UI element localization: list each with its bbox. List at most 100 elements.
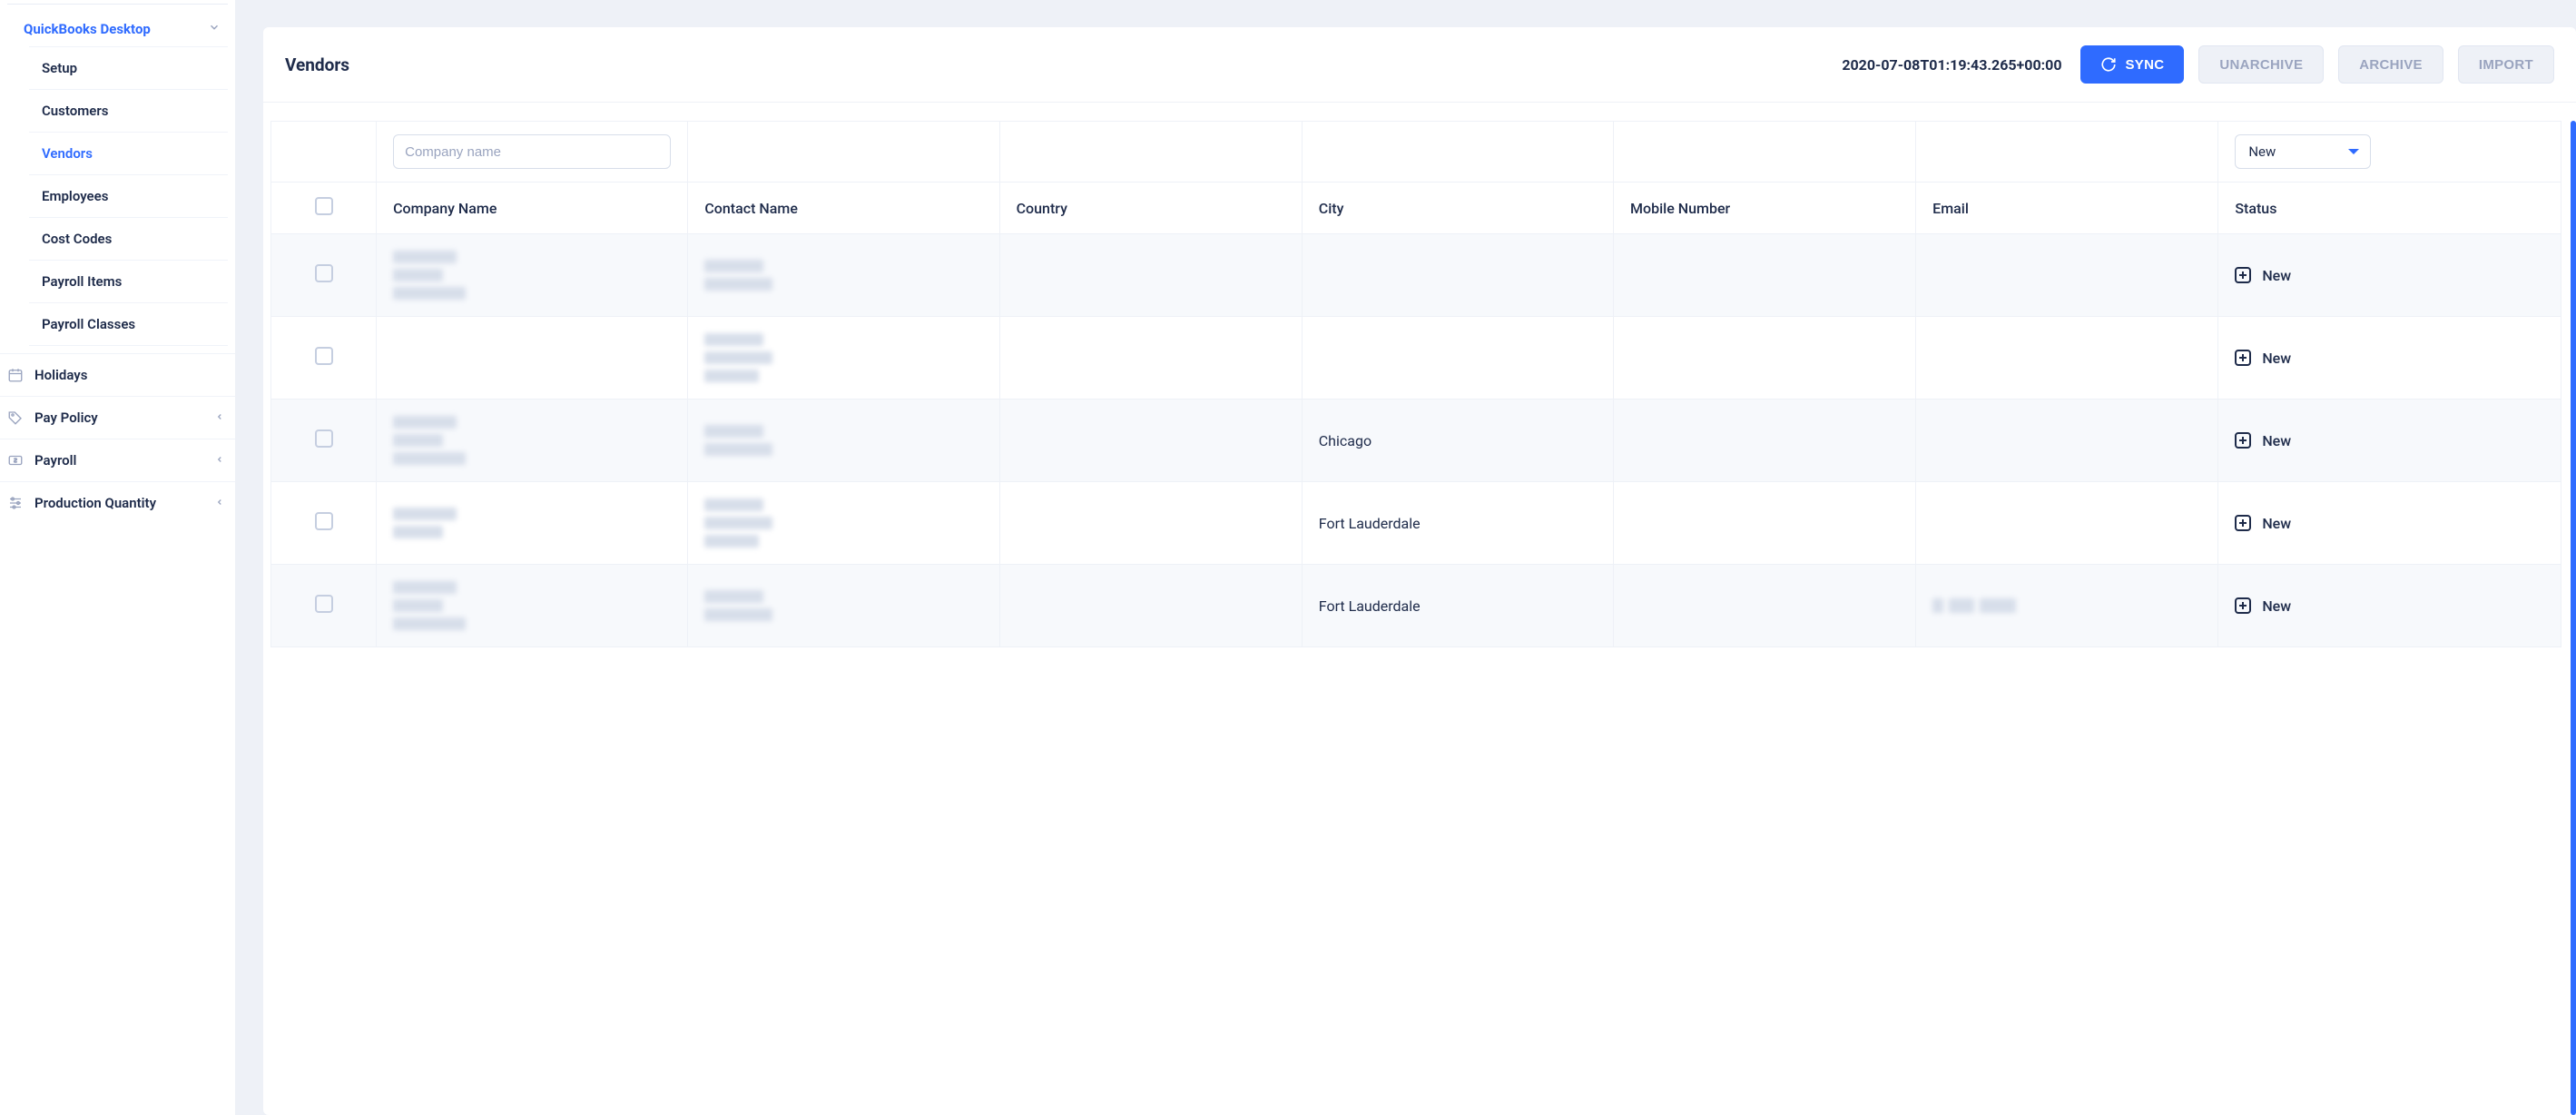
sidebar-item-customers[interactable]: Customers bbox=[29, 90, 228, 133]
cell-email bbox=[1916, 565, 2218, 647]
filter-cell-mobile bbox=[1614, 121, 1916, 183]
expand-row-icon[interactable] bbox=[2235, 432, 2251, 449]
import-button[interactable]: IMPORT bbox=[2458, 45, 2554, 84]
redacted-text bbox=[393, 581, 671, 630]
app-root: QuickBooks Desktop Setup Customers Vendo… bbox=[0, 0, 2576, 1115]
cell-country bbox=[1000, 234, 1303, 317]
expand-row-icon[interactable] bbox=[2235, 350, 2251, 366]
chevron-down-icon bbox=[208, 21, 221, 37]
page-title: Vendors bbox=[285, 54, 349, 75]
sync-button[interactable]: SYNC bbox=[2080, 45, 2185, 84]
redacted-text bbox=[393, 251, 671, 300]
redacted-text bbox=[704, 333, 982, 382]
sidebar-nav-payroll[interactable]: Payroll bbox=[0, 439, 235, 481]
status-filter-select[interactable]: New bbox=[2235, 134, 2371, 169]
status-cell: New bbox=[2235, 267, 2544, 284]
cell-company bbox=[377, 234, 688, 317]
sidebar-item-label: Payroll Classes bbox=[42, 316, 135, 332]
table-row[interactable]: Fort LauderdaleNew bbox=[270, 565, 2561, 647]
sidebar-item-label: Cost Codes bbox=[42, 231, 112, 247]
cell-contact bbox=[688, 234, 999, 317]
table-row[interactable]: Fort LauderdaleNew bbox=[270, 482, 2561, 565]
expand-row-icon[interactable] bbox=[2235, 515, 2251, 531]
sync-button-label: SYNC bbox=[2126, 57, 2165, 73]
sidebar-item-vendors[interactable]: Vendors bbox=[29, 133, 228, 175]
redacted-text bbox=[393, 416, 671, 465]
filter-cell-contact bbox=[688, 121, 999, 183]
scrollbar[interactable] bbox=[2571, 121, 2576, 1115]
sidebar-nav-production-quantity[interactable]: Production Quantity bbox=[0, 481, 235, 524]
sidebar: QuickBooks Desktop Setup Customers Vendo… bbox=[0, 0, 236, 1115]
archive-button-label: ARCHIVE bbox=[2359, 57, 2423, 73]
cell-country bbox=[1000, 482, 1303, 565]
sidebar-item-label: Vendors bbox=[42, 145, 93, 162]
cell-country bbox=[1000, 565, 1303, 647]
row-checkbox-cell bbox=[270, 234, 377, 317]
chevron-down-icon bbox=[2348, 149, 2359, 154]
cell-city: Chicago bbox=[1303, 400, 1614, 482]
sidebar-item-employees[interactable]: Employees bbox=[29, 175, 228, 218]
sidebar-nav-label: Holidays bbox=[34, 367, 87, 383]
sidebar-item-label: Payroll Items bbox=[42, 273, 122, 290]
filter-cell-company bbox=[377, 121, 688, 183]
row-checkbox[interactable] bbox=[315, 429, 333, 448]
row-checkbox[interactable] bbox=[315, 347, 333, 365]
column-header-email[interactable]: Email bbox=[1916, 183, 2218, 234]
status-cell: New bbox=[2235, 597, 2544, 615]
sidebar-item-setup[interactable]: Setup bbox=[29, 46, 228, 90]
column-header-contact[interactable]: Contact Name bbox=[688, 183, 999, 234]
table-row[interactable]: ChicagoNew bbox=[270, 400, 2561, 482]
row-checkbox-cell bbox=[270, 317, 377, 400]
column-header-company[interactable]: Company Name bbox=[377, 183, 688, 234]
sidebar-item-label: Customers bbox=[42, 103, 108, 119]
cell-city bbox=[1303, 234, 1614, 317]
import-button-label: IMPORT bbox=[2479, 57, 2533, 73]
sidebar-nav-pay-policy[interactable]: Pay Policy bbox=[0, 396, 235, 439]
filter-cell-city bbox=[1303, 121, 1614, 183]
redacted-text bbox=[704, 260, 982, 291]
select-all-checkbox[interactable] bbox=[315, 197, 333, 215]
column-header-city[interactable]: City bbox=[1303, 183, 1614, 234]
sidebar-group-quickbooks[interactable]: QuickBooks Desktop bbox=[0, 12, 235, 46]
archive-button[interactable]: ARCHIVE bbox=[2338, 45, 2443, 84]
table-row[interactable]: New bbox=[270, 234, 2561, 317]
sidebar-item-payroll-items[interactable]: Payroll Items bbox=[29, 261, 228, 303]
calendar-icon bbox=[7, 367, 24, 383]
redacted-text bbox=[704, 498, 982, 548]
cell-mobile bbox=[1614, 234, 1916, 317]
expand-row-icon[interactable] bbox=[2235, 597, 2251, 614]
sidebar-item-cost-codes[interactable]: Cost Codes bbox=[29, 218, 228, 261]
sidebar-nav-label: Pay Policy bbox=[34, 409, 98, 426]
column-header-mobile[interactable]: Mobile Number bbox=[1614, 183, 1916, 234]
main: Vendors 2020-07-08T01:19:43.265+00:00 SY… bbox=[236, 0, 2576, 1115]
unarchive-button[interactable]: UNARCHIVE bbox=[2198, 45, 2324, 84]
row-checkbox-cell bbox=[270, 482, 377, 565]
expand-row-icon[interactable] bbox=[2235, 267, 2251, 283]
sidebar-nav-holidays[interactable]: Holidays bbox=[0, 353, 235, 396]
cell-company bbox=[377, 317, 688, 400]
column-header-country[interactable]: Country bbox=[1000, 183, 1303, 234]
column-header-select-all bbox=[270, 183, 377, 234]
cell-contact bbox=[688, 400, 999, 482]
table-row[interactable]: New bbox=[270, 317, 2561, 400]
panel-header: Vendors 2020-07-08T01:19:43.265+00:00 SY… bbox=[263, 27, 2576, 103]
status-label: New bbox=[2262, 267, 2291, 284]
cell-city: Fort Lauderdale bbox=[1303, 482, 1614, 565]
row-checkbox[interactable] bbox=[315, 512, 333, 530]
company-name-filter-input[interactable] bbox=[393, 134, 671, 169]
sidebar-primary-nav: Holidays Pay Policy Payroll Production Q… bbox=[0, 353, 235, 524]
cell-status: New bbox=[2218, 565, 2561, 647]
row-checkbox[interactable] bbox=[315, 595, 333, 613]
vendors-panel: Vendors 2020-07-08T01:19:43.265+00:00 SY… bbox=[263, 27, 2576, 1115]
filter-cell-status: New bbox=[2218, 121, 2561, 183]
redacted-text bbox=[1932, 598, 2201, 613]
row-checkbox[interactable] bbox=[315, 264, 333, 282]
sidebar-item-label: Setup bbox=[42, 60, 77, 76]
cell-mobile bbox=[1614, 482, 1916, 565]
sidebar-nav-label: Production Quantity bbox=[34, 495, 156, 511]
filter-cell-country bbox=[1000, 121, 1303, 183]
sidebar-item-payroll-classes[interactable]: Payroll Classes bbox=[29, 303, 228, 346]
column-header-status[interactable]: Status bbox=[2218, 183, 2561, 234]
redacted-text bbox=[393, 508, 671, 538]
cell-country bbox=[1000, 400, 1303, 482]
